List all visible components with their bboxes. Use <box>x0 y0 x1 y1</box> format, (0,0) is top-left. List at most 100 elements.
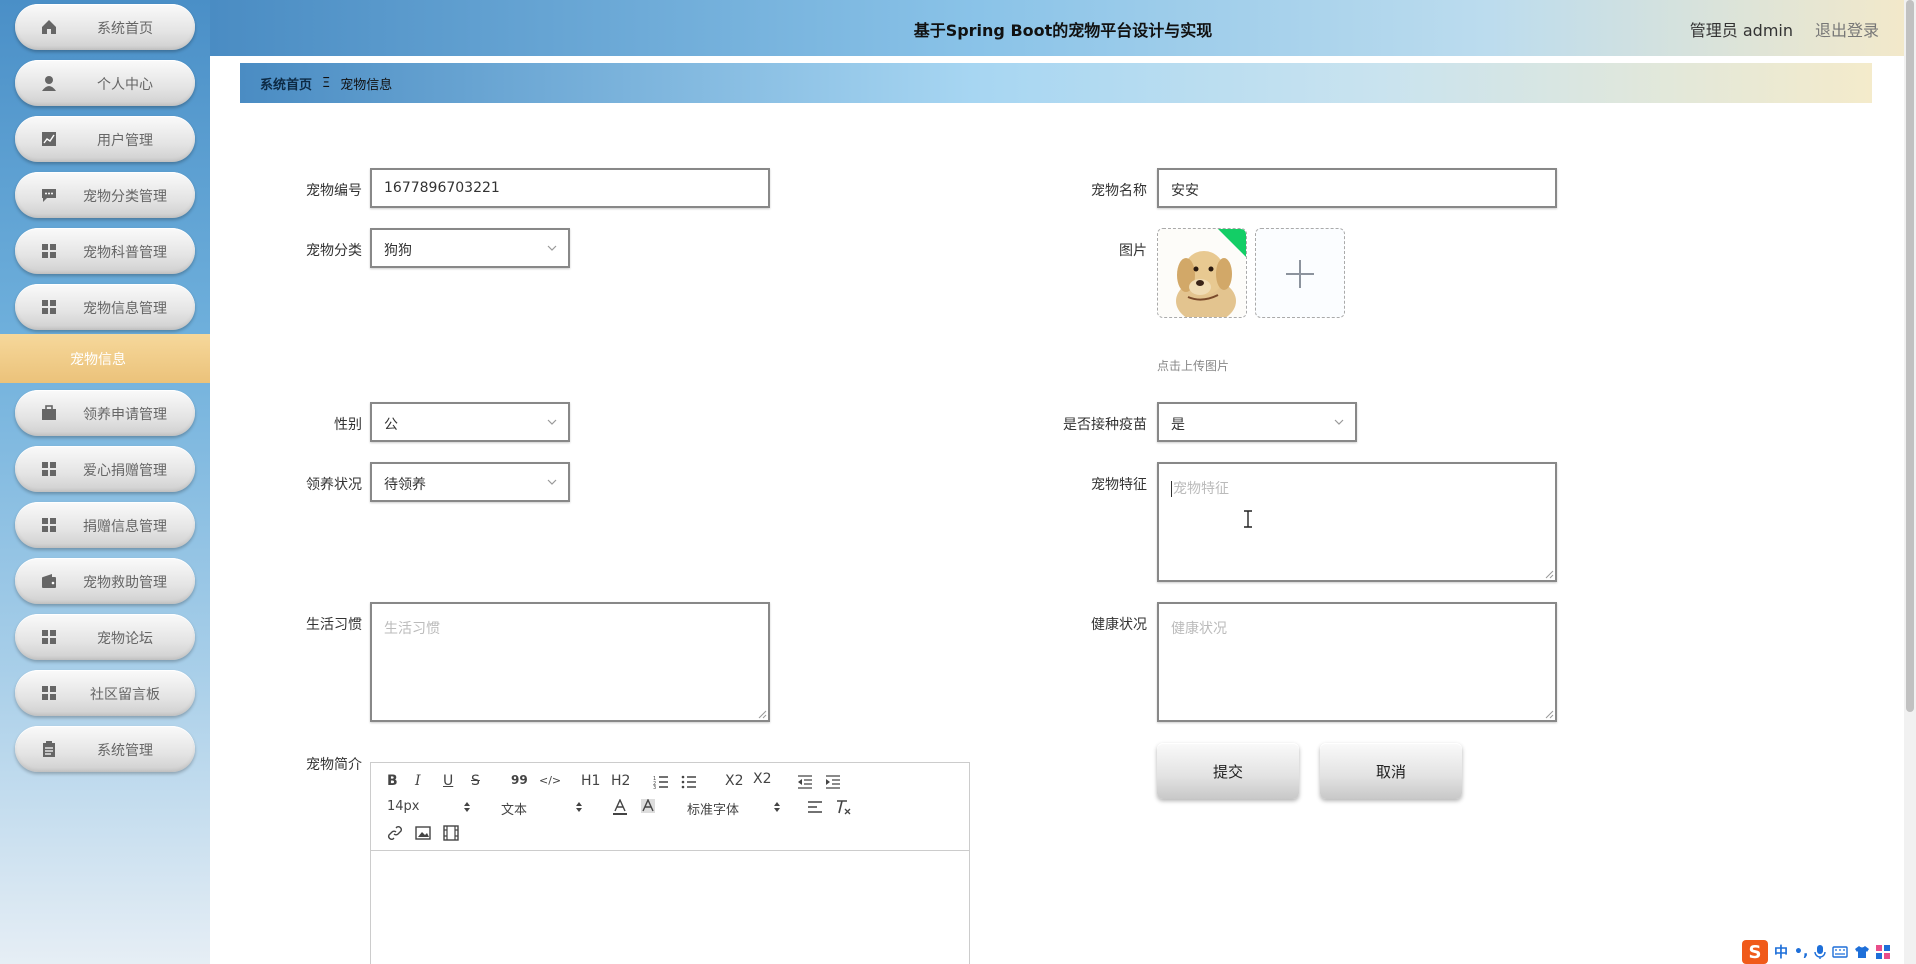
vaccinated-value: 是 <box>1171 417 1185 433</box>
outdent-icon[interactable] <box>797 775 813 789</box>
sidebar: 系统首页个人中心用户管理宠物分类管理宠物科普管理宠物信息管理 领养申请管理爱心捐赠… <box>0 0 210 964</box>
rich-text-editor: B I U S 99 </> H1 H2 123 X2 X2 14px 文本 标… <box>370 762 970 964</box>
sidebar-item-2[interactable]: 用户管理 <box>15 116 195 162</box>
editor-content-area[interactable] <box>371 852 969 964</box>
clear-format-icon[interactable] <box>835 799 851 815</box>
blockquote-button[interactable]: 99 <box>511 773 528 787</box>
intro-label: 宠物简介 <box>306 757 362 773</box>
toolbox-grid-icon[interactable] <box>1876 945 1891 959</box>
resize-handle-icon[interactable] <box>1544 709 1554 719</box>
sidebar-item-label: 宠物救助管理 <box>83 575 167 591</box>
sidebar-item-3[interactable]: 宠物分类管理 <box>15 172 195 218</box>
health-textarea[interactable]: 健康状况 <box>1157 602 1557 722</box>
sidebar-item-label: 捐赠信息管理 <box>83 519 167 535</box>
habits-textarea[interactable]: 生活习惯 <box>370 602 770 722</box>
sidebar-item-10[interactable]: 宠物论坛 <box>15 614 195 660</box>
video-icon[interactable] <box>443 825 459 841</box>
sidebar-item-8[interactable]: 捐赠信息管理 <box>15 502 195 548</box>
code-block-button[interactable]: </> <box>539 774 561 787</box>
subscript-button[interactable]: X2 <box>725 773 744 789</box>
link-icon[interactable] <box>387 825 403 841</box>
health-label: 健康状况 <box>1091 617 1147 633</box>
sidebar-item-6[interactable]: 领养申请管理 <box>15 390 195 436</box>
chevron-down-icon <box>547 419 557 425</box>
vaccinated-label: 是否接种疫苗 <box>1063 417 1147 433</box>
sidebar-item-12[interactable]: 系统管理 <box>15 726 195 772</box>
sidebar-item-0[interactable]: 系统首页 <box>15 4 195 50</box>
vaccinated-select[interactable]: 是 <box>1157 402 1357 442</box>
gender-label: 性别 <box>334 417 362 433</box>
sidebar-item-label: 社区留言板 <box>90 687 160 703</box>
image-icon[interactable] <box>415 825 431 841</box>
keyboard-icon[interactable] <box>1832 945 1848 959</box>
ordered-list-icon[interactable]: 123 <box>653 775 669 789</box>
bold-button[interactable]: B <box>387 773 398 789</box>
updown-arrow-icon <box>576 802 582 812</box>
page-scrollbar-thumb[interactable] <box>1906 0 1914 712</box>
align-left-icon[interactable] <box>807 801 823 813</box>
text-type-select[interactable]: 文本 <box>501 799 527 818</box>
plus-icon-vertical <box>1299 260 1301 288</box>
adopt-status-value: 待领养 <box>384 477 426 493</box>
pet-name-label: 宠物名称 <box>1091 183 1147 199</box>
sidebar-item-4[interactable]: 宠物科普管理 <box>15 228 195 274</box>
sidebar-item-9[interactable]: 宠物救助管理 <box>15 558 195 604</box>
h2-button[interactable]: H2 <box>611 773 630 789</box>
sidebar-item-1[interactable]: 个人中心 <box>15 60 195 106</box>
chevron-down-icon <box>547 479 557 485</box>
sidebar-item-label: 用户管理 <box>97 133 153 149</box>
category-label: 宠物分类 <box>306 243 362 259</box>
updown-arrow-icon <box>774 802 780 812</box>
features-textarea[interactable]: 宠物特征 <box>1157 462 1557 582</box>
pet-id-input[interactable]: 1677896703221 <box>370 168 770 208</box>
background-color-icon[interactable] <box>641 799 655 815</box>
font-color-icon[interactable] <box>613 799 627 815</box>
sidebar-sub-pet-info[interactable]: 宠物信息 <box>0 334 210 383</box>
ime-language[interactable]: 中 <box>1774 942 1788 962</box>
sidebar-item-7[interactable]: 爱心捐赠管理 <box>15 446 195 492</box>
sidebar-item-label: 宠物分类管理 <box>83 189 167 205</box>
habits-label: 生活习惯 <box>306 617 362 633</box>
sidebar-item-11[interactable]: 社区留言板 <box>15 670 195 716</box>
pet-image-thumbnail[interactable] <box>1157 228 1247 318</box>
font-family-select[interactable]: 标准字体 <box>687 799 739 818</box>
strike-button[interactable]: S <box>471 773 480 789</box>
resize-handle-icon[interactable] <box>1544 569 1554 579</box>
svg-text:3: 3 <box>653 785 656 789</box>
italic-button[interactable]: I <box>415 773 421 789</box>
gender-select[interactable]: 公 <box>370 402 570 442</box>
editor-toolbar: B I U S 99 </> H1 H2 123 X2 X2 14px 文本 标… <box>371 763 969 851</box>
adopt-status-select[interactable]: 待领养 <box>370 462 570 502</box>
microphone-icon[interactable] <box>1814 944 1826 960</box>
updown-arrow-icon <box>464 802 470 812</box>
punctuation-icon[interactable]: •, <box>1794 944 1808 960</box>
ime-toolbar[interactable]: S 中 •, <box>1742 940 1916 964</box>
category-select[interactable]: 狗狗 <box>370 228 570 268</box>
text-cursor-icon <box>1244 510 1252 528</box>
features-placeholder: 宠物特征 <box>1171 481 1229 497</box>
resize-handle-icon[interactable] <box>757 709 767 719</box>
bullet-list-icon[interactable] <box>681 775 697 789</box>
font-size-select[interactable]: 14px <box>387 799 420 814</box>
superscript-button[interactable]: X2 <box>753 771 772 787</box>
category-value: 狗狗 <box>384 243 412 259</box>
sidebar-item-label: 宠物论坛 <box>97 631 153 647</box>
sidebar-item-5[interactable]: 宠物信息管理 <box>15 284 195 330</box>
upload-image-button[interactable] <box>1255 228 1345 318</box>
pet-name-input[interactable]: 安安 <box>1157 168 1557 208</box>
pet-id-label: 宠物编号 <box>306 183 362 199</box>
skin-shirt-icon[interactable] <box>1854 945 1870 959</box>
cancel-button[interactable]: 取消 <box>1320 743 1462 799</box>
gender-value: 公 <box>384 417 398 433</box>
habits-placeholder: 生活习惯 <box>384 621 440 637</box>
h1-button[interactable]: H1 <box>581 773 600 789</box>
chevron-down-icon <box>547 245 557 251</box>
underline-button[interactable]: U <box>443 773 453 789</box>
sidebar-item-label: 宠物信息管理 <box>83 301 167 317</box>
sidebar-item-label: 领养申请管理 <box>83 407 167 423</box>
submit-button[interactable]: 提交 <box>1157 743 1299 799</box>
logout-link[interactable]: 退出登录 <box>1815 17 1879 41</box>
indent-icon[interactable] <box>825 775 841 789</box>
breadcrumb-home[interactable]: 系统首页 <box>260 74 312 93</box>
chevron-down-icon <box>1334 419 1344 425</box>
